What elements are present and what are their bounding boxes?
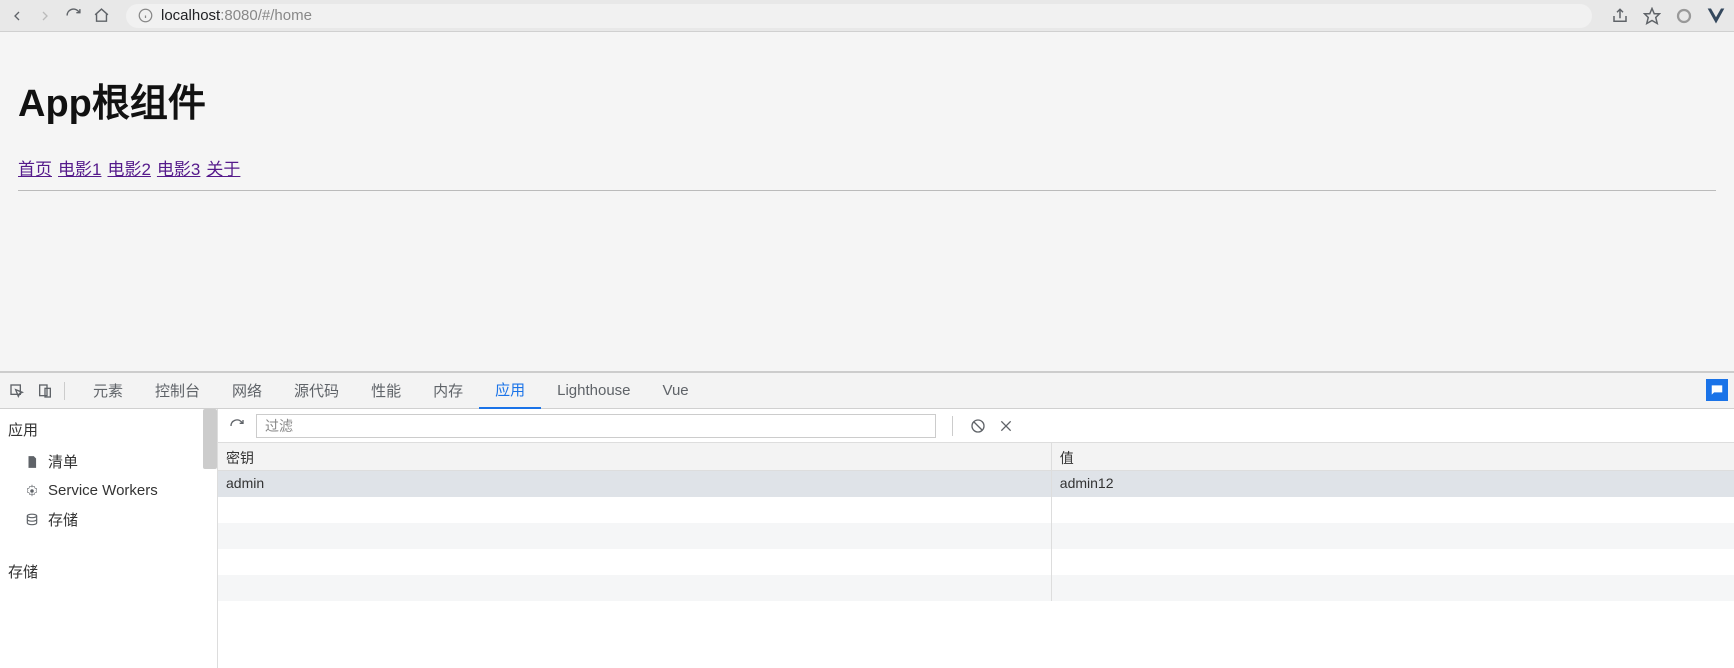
devtools-main: 过滤 密钥 值 admin admin12 <box>218 409 1734 668</box>
tab-vue[interactable]: Vue <box>647 373 705 409</box>
scrollbar-thumb[interactable] <box>203 409 217 469</box>
page-title: App根组件 <box>18 72 1716 127</box>
tab-sources[interactable]: 源代码 <box>278 373 355 409</box>
bookmark-star-icon[interactable] <box>1642 6 1662 26</box>
table-row-empty <box>218 575 1734 601</box>
devtools-panel: 元素 控制台 网络 源代码 性能 内存 应用 Lighthouse Vue 应用… <box>0 372 1734 668</box>
inspect-element-icon[interactable] <box>8 382 26 400</box>
tab-network[interactable]: 网络 <box>216 373 278 409</box>
info-icon <box>138 8 153 23</box>
table-header: 密钥 值 <box>218 443 1734 471</box>
storage-toolbar: 过滤 <box>218 409 1734 443</box>
messages-icon[interactable] <box>1706 379 1728 401</box>
table-row[interactable]: admin admin12 <box>218 471 1734 497</box>
address-bar[interactable]: localhost:8080/#/home <box>126 4 1592 28</box>
nav-link-home[interactable]: 首页 <box>18 155 52 180</box>
tab-memory[interactable]: 内存 <box>417 373 479 409</box>
back-icon[interactable] <box>8 7 26 25</box>
column-header-value[interactable]: 值 <box>1052 443 1734 470</box>
delete-icon[interactable] <box>997 417 1015 435</box>
device-toggle-icon[interactable] <box>36 382 54 400</box>
toolbar-right <box>1610 6 1726 26</box>
cell-value: admin12 <box>1052 471 1734 497</box>
table-row-empty <box>218 523 1734 549</box>
sidebar-item-label: 清单 <box>48 451 78 472</box>
filter-placeholder: 过滤 <box>265 416 293 436</box>
gear-icon <box>24 483 40 499</box>
sidebar-section-application: 应用 <box>0 409 217 446</box>
url-host: localhost <box>161 7 220 24</box>
sidebar-item-storage[interactable]: 存储 <box>0 504 217 535</box>
tab-application[interactable]: 应用 <box>479 373 541 409</box>
devtools-tabs: 元素 控制台 网络 源代码 性能 内存 应用 Lighthouse Vue <box>0 373 1734 409</box>
nav-link-movie3[interactable]: 电影3 <box>157 155 200 180</box>
tab-console[interactable]: 控制台 <box>139 373 216 409</box>
cell-key: admin <box>218 471 1052 497</box>
url-path: /#/home <box>258 7 312 24</box>
refresh-icon[interactable] <box>228 417 246 435</box>
sidebar-item-manifest[interactable]: 清单 <box>0 446 217 477</box>
url-port: :8080 <box>220 7 258 24</box>
sidebar-item-label: Service Workers <box>48 482 158 499</box>
devtools-body: 应用 清单 Service Workers 存储 存储 <box>0 409 1734 668</box>
tab-lighthouse[interactable]: Lighthouse <box>541 373 646 409</box>
devtools-sidebar: 应用 清单 Service Workers 存储 存储 <box>0 409 218 668</box>
reload-icon[interactable] <box>64 7 82 25</box>
home-icon[interactable] <box>92 7 110 25</box>
vue-icon[interactable] <box>1706 6 1726 26</box>
table-row-empty <box>218 497 1734 523</box>
nav-link-movie1[interactable]: 电影1 <box>58 155 101 180</box>
storage-table: 密钥 值 admin admin12 <box>218 443 1734 668</box>
column-header-key[interactable]: 密钥 <box>218 443 1052 470</box>
table-row-empty <box>218 549 1734 575</box>
share-icon[interactable] <box>1610 6 1630 26</box>
nav-link-about[interactable]: 关于 <box>206 155 240 180</box>
database-icon <box>24 512 40 528</box>
clear-all-icon[interactable] <box>969 417 987 435</box>
divider <box>18 190 1716 191</box>
sidebar-item-label: 存储 <box>48 509 78 530</box>
document-icon <box>24 454 40 470</box>
separator <box>952 416 953 436</box>
page-viewport: App根组件 首页 电影1 电影2 电影3 关于 <box>0 32 1734 372</box>
sidebar-item-service-workers[interactable]: Service Workers <box>0 477 217 504</box>
browser-toolbar: localhost:8080/#/home <box>0 0 1734 32</box>
nav-link-movie2[interactable]: 电影2 <box>107 155 150 180</box>
nav-links: 首页 电影1 电影2 电影3 关于 <box>18 155 1716 180</box>
tab-elements[interactable]: 元素 <box>77 373 139 409</box>
filter-input[interactable]: 过滤 <box>256 414 936 438</box>
circle-icon[interactable] <box>1674 6 1694 26</box>
sidebar-section-storage: 存储 <box>0 551 217 588</box>
tab-performance[interactable]: 性能 <box>355 373 417 409</box>
forward-icon[interactable] <box>36 7 54 25</box>
